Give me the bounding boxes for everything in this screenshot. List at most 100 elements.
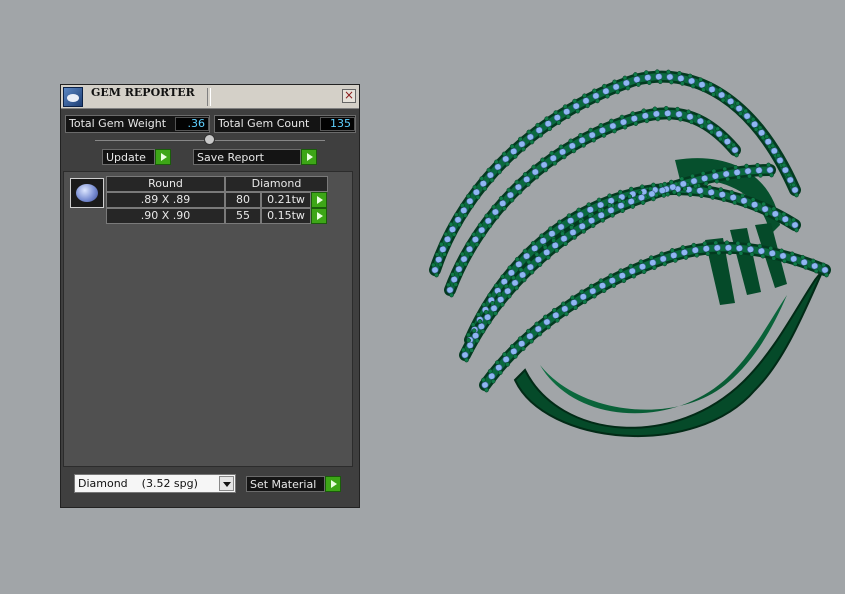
gem <box>786 176 794 184</box>
prong <box>509 144 515 149</box>
gem <box>502 355 510 363</box>
dropdown-arrow-icon[interactable] <box>219 476 234 491</box>
prong <box>641 269 647 275</box>
close-icon[interactable]: × <box>342 89 356 103</box>
gem <box>449 225 457 233</box>
gem <box>718 191 726 199</box>
gem <box>471 236 479 244</box>
prong <box>504 161 510 167</box>
prong <box>766 162 771 168</box>
prong <box>781 162 787 168</box>
app-icon <box>63 87 83 107</box>
play-icon[interactable] <box>311 208 327 224</box>
prong <box>718 136 723 142</box>
gem <box>675 110 683 118</box>
prong <box>506 187 512 193</box>
prong <box>738 111 743 116</box>
prong <box>710 195 716 200</box>
gem <box>701 174 709 182</box>
gem <box>444 235 452 243</box>
gem <box>579 293 587 301</box>
gem <box>679 180 687 188</box>
prong <box>743 108 748 114</box>
prong <box>779 248 784 254</box>
prong <box>470 322 476 328</box>
gem <box>553 114 561 122</box>
prong <box>512 354 518 359</box>
prong <box>607 193 612 199</box>
prong <box>824 272 829 278</box>
gem <box>669 183 677 191</box>
prong <box>813 268 819 274</box>
prong <box>770 143 776 149</box>
prong <box>774 216 780 222</box>
prong <box>581 228 587 234</box>
prong <box>746 118 751 124</box>
prong <box>543 314 548 320</box>
prong <box>726 144 732 149</box>
gem <box>723 138 731 146</box>
prong <box>720 97 726 103</box>
prong <box>687 73 693 79</box>
prong <box>506 293 512 299</box>
gem <box>531 168 539 176</box>
gem <box>727 97 735 105</box>
3d-viewport[interactable] <box>375 40 845 460</box>
material-select[interactable]: Diamond (3.52 spg) <box>74 474 236 493</box>
prong <box>711 92 716 97</box>
gem <box>722 170 730 178</box>
title-bar[interactable]: GEM REPORTER × <box>61 85 359 109</box>
prong <box>662 181 668 187</box>
prong <box>471 232 477 237</box>
prong <box>622 75 628 81</box>
prong <box>465 241 471 247</box>
prong <box>658 183 664 188</box>
prong <box>733 165 738 170</box>
gem <box>502 155 510 163</box>
prong <box>466 193 471 199</box>
play-icon[interactable] <box>155 149 171 165</box>
slider-handle[interactable] <box>204 134 215 145</box>
gem <box>543 318 551 326</box>
prong <box>573 305 578 311</box>
prong <box>502 352 507 357</box>
play-icon[interactable] <box>311 192 327 208</box>
play-icon[interactable] <box>301 149 317 165</box>
prong <box>522 172 528 177</box>
prong <box>662 261 668 267</box>
prong <box>690 173 695 179</box>
gem <box>560 235 568 243</box>
prong <box>551 307 557 313</box>
prong <box>789 251 795 257</box>
gem <box>552 311 560 319</box>
gem <box>724 244 732 252</box>
prong <box>714 178 720 184</box>
set-material-button[interactable]: Set Material <box>246 476 341 492</box>
gem-thumbnail[interactable] <box>70 178 104 208</box>
prong <box>487 223 493 229</box>
prong <box>640 200 646 205</box>
total-gem-count-value: 135 <box>320 117 355 131</box>
prong <box>480 329 486 334</box>
prong <box>514 256 520 262</box>
prong <box>542 245 548 250</box>
prong <box>591 137 597 143</box>
save-report-button[interactable]: Save Report <box>193 149 317 165</box>
gem <box>740 197 748 205</box>
prong <box>572 235 577 240</box>
gem <box>455 265 463 273</box>
prong <box>538 132 544 138</box>
prong <box>679 176 685 182</box>
play-icon[interactable] <box>325 476 341 492</box>
prong <box>700 171 706 176</box>
gem <box>526 263 534 271</box>
gem <box>578 136 586 144</box>
prong <box>782 258 787 264</box>
prong <box>657 79 663 85</box>
prong <box>521 277 527 283</box>
prong <box>750 116 756 122</box>
prong <box>543 167 548 173</box>
update-button[interactable]: Update <box>102 149 171 165</box>
gem <box>609 122 617 130</box>
prong <box>666 115 672 121</box>
